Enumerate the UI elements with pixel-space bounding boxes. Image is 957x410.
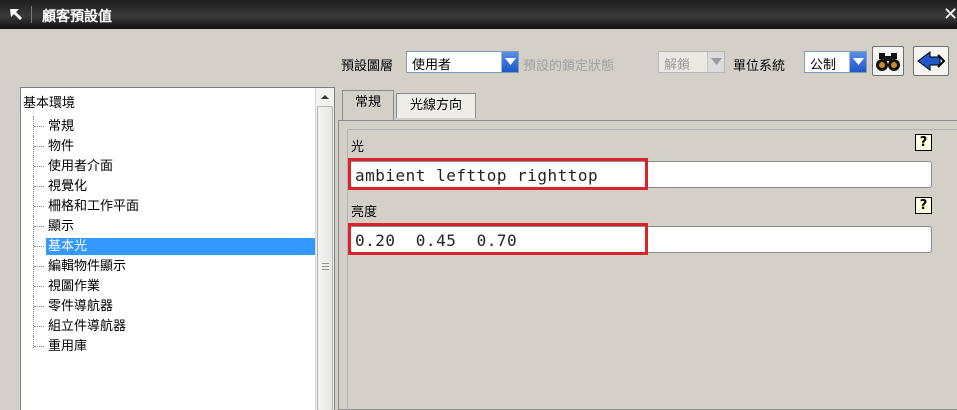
- lock-state-value: 解鎖: [664, 58, 691, 73]
- chevron-up-icon: [321, 95, 329, 99]
- tree-item-label: 視圖作業: [48, 279, 101, 294]
- tab-light-direction[interactable]: 光線方向: [396, 93, 476, 118]
- close-icon[interactable]: ✕: [943, 4, 957, 26]
- unit-system-dropdown[interactable]: 公制: [804, 51, 867, 73]
- arrow-back-icon: [917, 51, 946, 71]
- tree-item-label: 零件導航器: [48, 299, 114, 314]
- toolbar: 預設圖層 使用者 預設的鎖定狀態 解鎖 單位系統 公制: [0, 29, 957, 87]
- tree-root-label[interactable]: 基本環境: [23, 92, 75, 111]
- title-separator: [31, 6, 32, 23]
- title-bar: 顧客預設值 ✕: [0, 0, 957, 29]
- unit-system-value: 公制: [810, 58, 837, 73]
- window-title: 顧客預設值: [42, 9, 112, 25]
- brightness-label: 亮度: [351, 205, 378, 220]
- tab-bar: 常規 光線方向: [338, 87, 957, 123]
- tree-scrollbar[interactable]: [315, 88, 334, 410]
- tree-item-label: 組立件導航器: [48, 319, 127, 334]
- lock-state-dropdown: 解鎖: [658, 51, 725, 73]
- tree-item-label: 物件: [48, 139, 75, 154]
- lock-state-label: 預設的鎖定狀態: [523, 59, 615, 74]
- light-field[interactable]: [350, 161, 932, 188]
- chevron-down-icon[interactable]: [501, 52, 518, 72]
- default-level-label: 預設圖層: [341, 59, 394, 74]
- unit-system-label: 單位系統: [733, 59, 786, 74]
- tree-item-user-interface[interactable]: 使用者介面: [24, 156, 315, 176]
- default-level-dropdown[interactable]: 使用者: [406, 51, 519, 73]
- tree-item-label: 顯示: [48, 219, 75, 234]
- tab-general[interactable]: 常規: [342, 90, 394, 120]
- tree-item-edit-object-display[interactable]: 編輯物件顯示: [24, 256, 315, 276]
- help-icon[interactable]: ?: [915, 134, 932, 151]
- tree-item-view-operations[interactable]: 視圖作業: [24, 276, 315, 296]
- pointer-arrow-icon: [10, 9, 22, 20]
- tree-item-label: 柵格和工作平面: [48, 199, 140, 214]
- help-icon[interactable]: ?: [915, 197, 932, 214]
- tree-item-label: 重用庫: [48, 339, 88, 354]
- tree-item-label: 基本光: [46, 238, 316, 255]
- tree-item-label: 視覺化: [48, 179, 88, 194]
- find-button[interactable]: [872, 46, 904, 76]
- light-label: 光: [351, 140, 365, 155]
- tree-item-label: 編輯物件顯示: [48, 259, 127, 274]
- scroll-thumb[interactable]: [317, 106, 333, 410]
- tree-item-general[interactable]: 常規: [24, 116, 315, 136]
- tree-item-assembly-navigator[interactable]: 組立件導航器: [24, 316, 315, 336]
- tree-item-objects[interactable]: 物件: [24, 136, 315, 156]
- tree-item-visualization[interactable]: 視覺化: [24, 176, 315, 196]
- tree-item-basic-light[interactable]: 基本光: [24, 236, 316, 256]
- tree-item-label: 常規: [48, 119, 75, 134]
- light-input[interactable]: [355, 165, 925, 185]
- binoculars-icon: [876, 53, 900, 71]
- scroll-up-button[interactable]: [317, 89, 333, 105]
- settings-tree[interactable]: 基本環境 常規 物件 使用者介面 視覺化 柵格和工作平面 顯示 基本光 編輯物件…: [20, 87, 335, 410]
- brightness-input[interactable]: [355, 230, 925, 250]
- tree-item-display[interactable]: 顯示: [24, 216, 315, 236]
- tree-item-grid-work-plane[interactable]: 柵格和工作平面: [24, 196, 315, 216]
- tree-item-reuse-library[interactable]: 重用庫: [24, 336, 315, 356]
- tree-item-label: 使用者介面: [48, 159, 114, 174]
- back-button[interactable]: [913, 46, 949, 76]
- chevron-down-icon: [707, 52, 724, 72]
- default-level-value: 使用者: [412, 58, 452, 73]
- brightness-field[interactable]: [350, 226, 932, 253]
- chevron-down-icon[interactable]: [849, 52, 866, 72]
- tree-item-part-navigator[interactable]: 零件導航器: [24, 296, 315, 316]
